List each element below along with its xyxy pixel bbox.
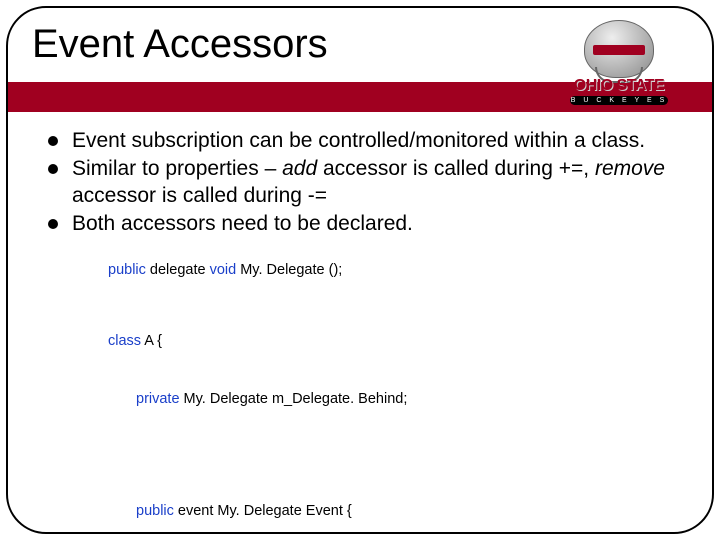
bullet-3-text: Both accessors need to be declared. — [72, 212, 413, 235]
code-area: public delegate void My. Delegate (); cl… — [108, 261, 682, 534]
code-line-2: class A { — [108, 332, 682, 352]
logo-text: OHIO STATE B U C K E Y E S — [544, 78, 694, 105]
bullet-2-remove: remove — [595, 157, 665, 180]
bullet-1-text: Event subscription can be controlled/mon… — [72, 129, 645, 152]
code-line-4: public event My. Delegate Event { — [108, 502, 682, 522]
slide-frame: Event Accessors OHIO STATE B U C K E Y E… — [6, 6, 714, 534]
helmet-icon — [584, 20, 654, 78]
ohio-state-logo: OHIO STATE B U C K E Y E S — [544, 18, 694, 108]
bullet-2-add: add — [282, 157, 317, 180]
code-line-1: public delegate void My. Delegate (); — [108, 261, 682, 281]
code-blank — [108, 449, 682, 463]
bullet-1: Event subscription can be controlled/mon… — [48, 128, 682, 154]
code-line-3: private My. Delegate m_Delegate. Behind; — [108, 390, 682, 410]
bullet-2-text-a: Similar to properties – — [72, 157, 282, 180]
bullet-2-text-b: accessor is called during +=, — [317, 157, 595, 180]
code-block-class: class A { private My. Delegate m_Delegat… — [108, 293, 682, 534]
content-area: Event subscription can be controlled/mon… — [48, 128, 682, 534]
bullet-3: Both accessors need to be declared. — [48, 211, 682, 237]
logo-line1: OHIO STATE — [544, 78, 694, 94]
logo-line2: B U C K E Y E S — [570, 96, 668, 105]
bullet-2: Similar to properties – add accessor is … — [48, 156, 682, 209]
bullet-2-text-c: accessor is called during -= — [72, 184, 327, 207]
bullet-list: Event subscription can be controlled/mon… — [48, 128, 682, 237]
